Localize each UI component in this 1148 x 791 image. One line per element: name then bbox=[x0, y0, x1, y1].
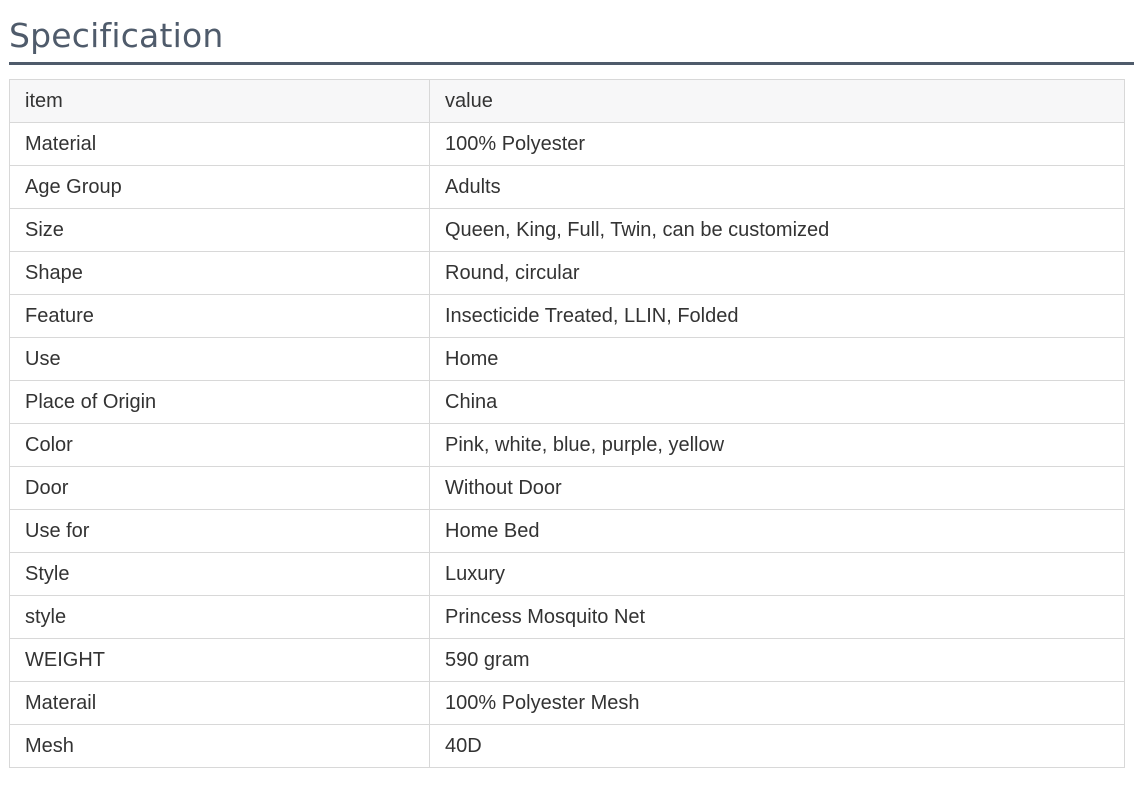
value-cell: Round, circular bbox=[429, 251, 1125, 295]
item-cell: style bbox=[9, 595, 430, 639]
table-row: style Princess Mosquito Net bbox=[9, 595, 1125, 639]
specification-section: Specification item value Material 100% P… bbox=[9, 0, 1134, 768]
value-cell: Insecticide Treated, LLIN, Folded bbox=[429, 294, 1125, 338]
table-row: Style Luxury bbox=[9, 552, 1125, 596]
specification-table: item value Material 100% Polyester Age G… bbox=[9, 79, 1125, 768]
value-cell: Adults bbox=[429, 165, 1125, 209]
table-header-row: item value bbox=[9, 79, 1125, 123]
table-row: Place of Origin China bbox=[9, 380, 1125, 424]
value-cell: Home Bed bbox=[429, 509, 1125, 553]
table-row: Use for Home Bed bbox=[9, 509, 1125, 553]
table-row: Shape Round, circular bbox=[9, 251, 1125, 295]
item-cell: Materail bbox=[9, 681, 430, 725]
item-cell: WEIGHT bbox=[9, 638, 430, 682]
item-cell: Door bbox=[9, 466, 430, 510]
value-cell: 590 gram bbox=[429, 638, 1125, 682]
item-cell: Style bbox=[9, 552, 430, 596]
value-cell: Pink, white, blue, purple, yellow bbox=[429, 423, 1125, 467]
value-cell: China bbox=[429, 380, 1125, 424]
value-cell: 100% Polyester bbox=[429, 122, 1125, 166]
table-row: Materail 100% Polyester Mesh bbox=[9, 681, 1125, 725]
value-cell: Without Door bbox=[429, 466, 1125, 510]
item-cell: Material bbox=[9, 122, 430, 166]
table-row: Size Queen, King, Full, Twin, can be cus… bbox=[9, 208, 1125, 252]
item-cell: Use bbox=[9, 337, 430, 381]
item-cell: Size bbox=[9, 208, 430, 252]
header-item-cell: item bbox=[9, 79, 430, 123]
section-title: Specification bbox=[9, 0, 1134, 65]
table-row: Mesh 40D bbox=[9, 724, 1125, 768]
value-cell: 40D bbox=[429, 724, 1125, 768]
item-cell: Color bbox=[9, 423, 430, 467]
table-row: Material 100% Polyester bbox=[9, 122, 1125, 166]
item-cell: Shape bbox=[9, 251, 430, 295]
item-cell: Feature bbox=[9, 294, 430, 338]
value-cell: Queen, King, Full, Twin, can be customiz… bbox=[429, 208, 1125, 252]
item-cell: Mesh bbox=[9, 724, 430, 768]
value-cell: Princess Mosquito Net bbox=[429, 595, 1125, 639]
header-value-cell: value bbox=[429, 79, 1125, 123]
table-row: Use Home bbox=[9, 337, 1125, 381]
item-cell: Place of Origin bbox=[9, 380, 430, 424]
value-cell: Home bbox=[429, 337, 1125, 381]
item-cell: Age Group bbox=[9, 165, 430, 209]
table-row: WEIGHT 590 gram bbox=[9, 638, 1125, 682]
item-cell: Use for bbox=[9, 509, 430, 553]
table-row: Feature Insecticide Treated, LLIN, Folde… bbox=[9, 294, 1125, 338]
table-row: Age Group Adults bbox=[9, 165, 1125, 209]
table-row: Color Pink, white, blue, purple, yellow bbox=[9, 423, 1125, 467]
value-cell: Luxury bbox=[429, 552, 1125, 596]
value-cell: 100% Polyester Mesh bbox=[429, 681, 1125, 725]
table-row: Door Without Door bbox=[9, 466, 1125, 510]
